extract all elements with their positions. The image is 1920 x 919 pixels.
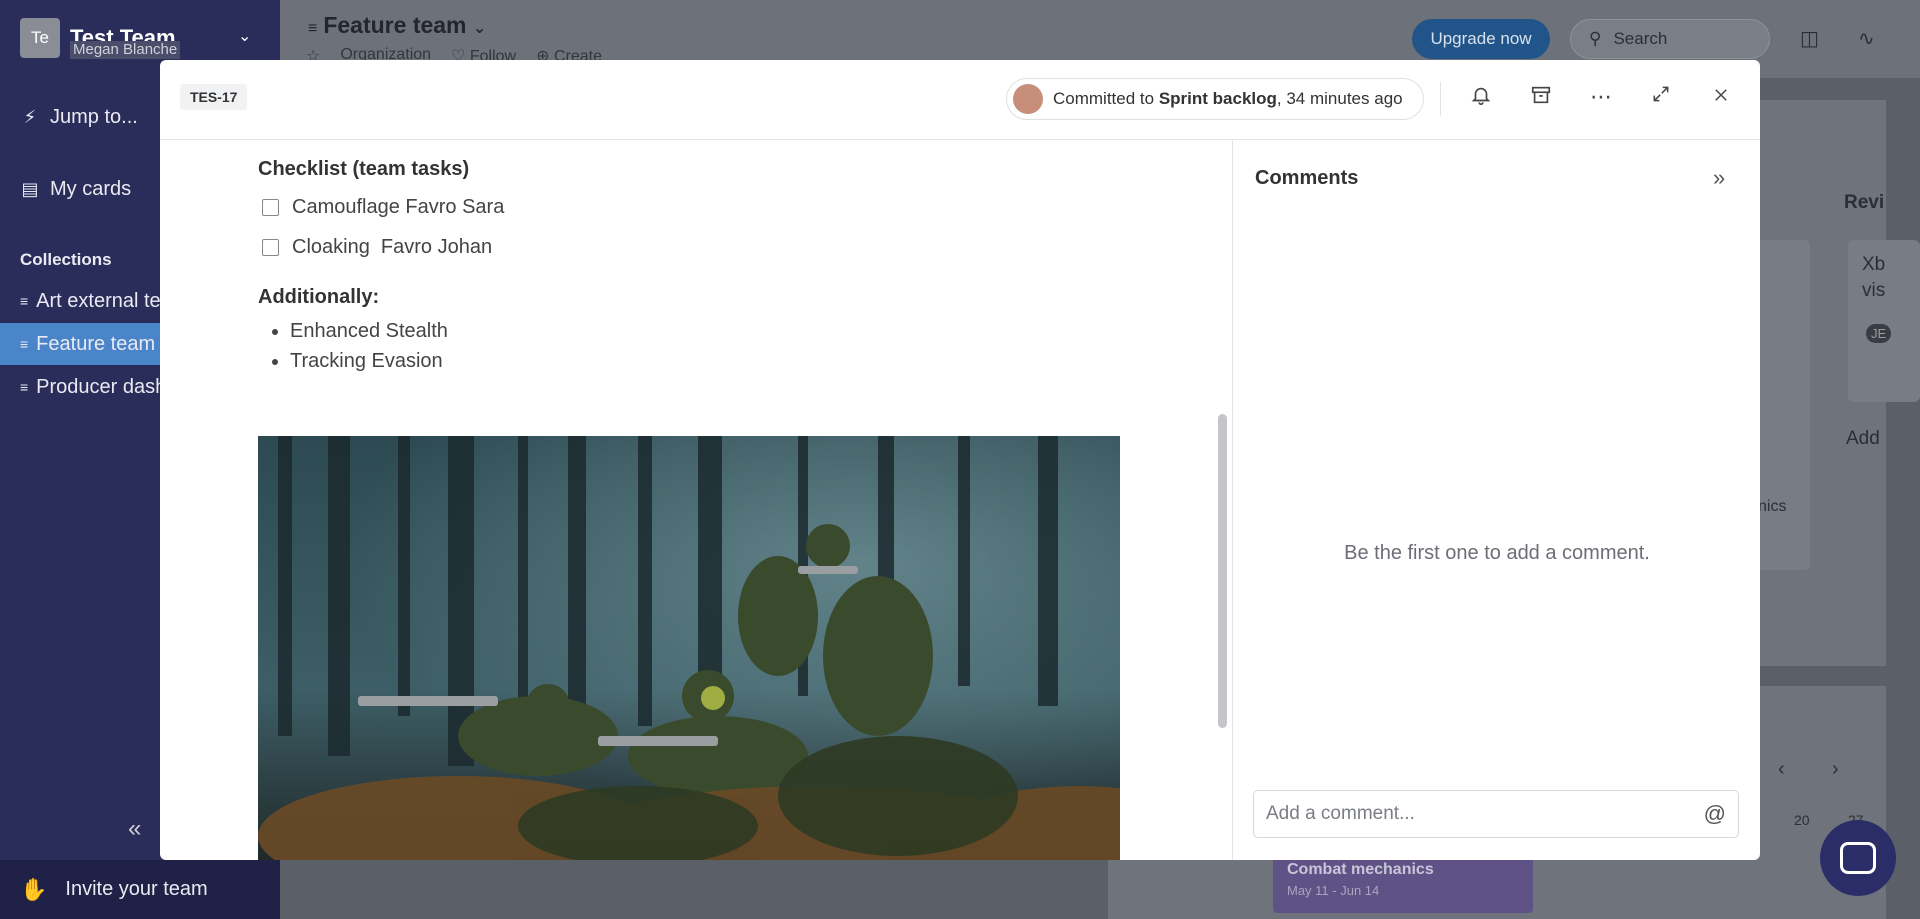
list-icon: ≡ (308, 20, 318, 37)
comment-input[interactable]: Add a comment... @ (1253, 790, 1739, 838)
search-input[interactable]: ⚲ Search (1570, 19, 1770, 59)
attached-image[interactable] (258, 436, 1120, 860)
bell-icon[interactable] (1466, 84, 1496, 112)
my-cards-label: My cards (50, 178, 132, 200)
list-icon: ≡ (20, 336, 29, 352)
card-title-snippet: Xb (1862, 254, 1886, 275)
list-icon: ≡ (20, 293, 29, 309)
checkbox[interactable] (262, 239, 279, 256)
more-icon[interactable]: ⋯ (1586, 84, 1616, 110)
expand-icon[interactable] (1646, 84, 1676, 110)
timeline-item-title: Combat mechanics (1287, 861, 1434, 878)
collapse-panel-icon[interactable]: » (1713, 165, 1725, 191)
checklist-item[interactable]: Camouflage Favro Sara (262, 196, 504, 219)
avatar (1013, 84, 1043, 114)
search-placeholder: Search (1613, 29, 1668, 48)
scrollbar-thumb[interactable] (1218, 414, 1227, 728)
calendar-day: 20 (1794, 812, 1810, 828)
next-icon[interactable]: › (1832, 758, 1839, 781)
card-icon: ▤ (21, 179, 39, 199)
additionally-title: Additionally: (258, 286, 380, 308)
modal-header: TES-17 Committed to Sprint backlog, 34 m… (160, 60, 1760, 140)
chat-launcher-button[interactable] (1820, 820, 1896, 896)
close-icon[interactable] (1706, 84, 1736, 110)
team-avatar: Te (20, 18, 60, 58)
search-icon: ⚲ (1589, 29, 1602, 48)
comments-title: Comments (1255, 167, 1359, 189)
commit-target: Sprint backlog (1158, 89, 1277, 108)
card-title-snippet: vis (1862, 280, 1886, 301)
checklist-title: Checklist (team tasks) (258, 158, 470, 180)
list-item: Tracking Evasion (290, 346, 448, 376)
lightning-icon: ⚡︎ (23, 107, 37, 127)
split-view-icon[interactable]: ◫ (1800, 26, 1819, 51)
commit-prefix: Committed to (1053, 89, 1155, 108)
divider (1440, 82, 1441, 116)
prev-icon[interactable]: ‹ (1778, 758, 1785, 781)
invite-label: Invite your team (65, 878, 208, 900)
list-icon: ≡ (20, 379, 29, 395)
team-subtitle: Megan Blanche (70, 41, 181, 59)
chevron-down-icon: ⌄ (472, 20, 487, 37)
commit-time: , 34 minutes ago (1276, 89, 1403, 108)
bullet-list: Enhanced Stealth Tracking Evasion (290, 316, 448, 376)
checklist-item-label: Camouflage Favro Sara (292, 196, 505, 218)
comments-panel: Comments » Be the first one to add a com… (1232, 140, 1760, 860)
archive-icon[interactable] (1526, 84, 1556, 112)
assignee-avatar: JE (1866, 324, 1892, 343)
column-header: Revi (1844, 192, 1885, 213)
card-description: Checklist (team tasks) Camouflage Favro … (160, 140, 1232, 860)
collection-title[interactable]: ≡ Feature team ⌄ (308, 12, 486, 39)
list-item: Enhanced Stealth (290, 316, 448, 346)
collection-label: Feature team (36, 332, 156, 355)
checklist-item[interactable]: Cloaking Favro Johan (262, 236, 492, 259)
comments-empty-state: Be the first one to add a comment. (1344, 542, 1650, 564)
card-tag-snippet: nics (1758, 498, 1787, 515)
checklist-item-label: Cloaking Favro Johan (292, 236, 493, 258)
upgrade-button[interactable]: Upgrade now (1412, 19, 1550, 59)
checkbox[interactable] (262, 199, 279, 216)
collapse-sidebar-icon[interactable]: « (128, 815, 141, 843)
card-id-badge[interactable]: TES-17 (180, 84, 248, 110)
invite-team-button[interactable]: ✋ Invite your team (0, 860, 280, 919)
jump-to-label: Jump to... (50, 106, 138, 128)
comment-placeholder: Add a comment... (1266, 803, 1415, 824)
timeline-item[interactable]: Combat mechanics May 11 - Jun 14 (1273, 853, 1533, 913)
activity-icon[interactable]: ∿ (1858, 26, 1875, 51)
card-detail-modal: TES-17 Committed to Sprint backlog, 34 m… (160, 60, 1760, 860)
chat-icon (1840, 842, 1876, 874)
my-cards-link[interactable]: ▤ My cards (20, 178, 131, 201)
wave-hand-icon: ✋ (20, 876, 48, 902)
mention-icon[interactable]: @ (1704, 801, 1726, 827)
collections-heading: Collections (20, 250, 112, 269)
jump-to-button[interactable]: ⚡︎ Jump to... (20, 106, 138, 129)
add-card-button[interactable]: Add (1846, 428, 1880, 450)
commit-status[interactable]: Committed to Sprint backlog, 34 minutes … (1006, 78, 1424, 120)
chevron-down-icon[interactable]: ⌄ (238, 26, 251, 46)
timeline-item-dates: May 11 - Jun 14 (1287, 883, 1380, 898)
